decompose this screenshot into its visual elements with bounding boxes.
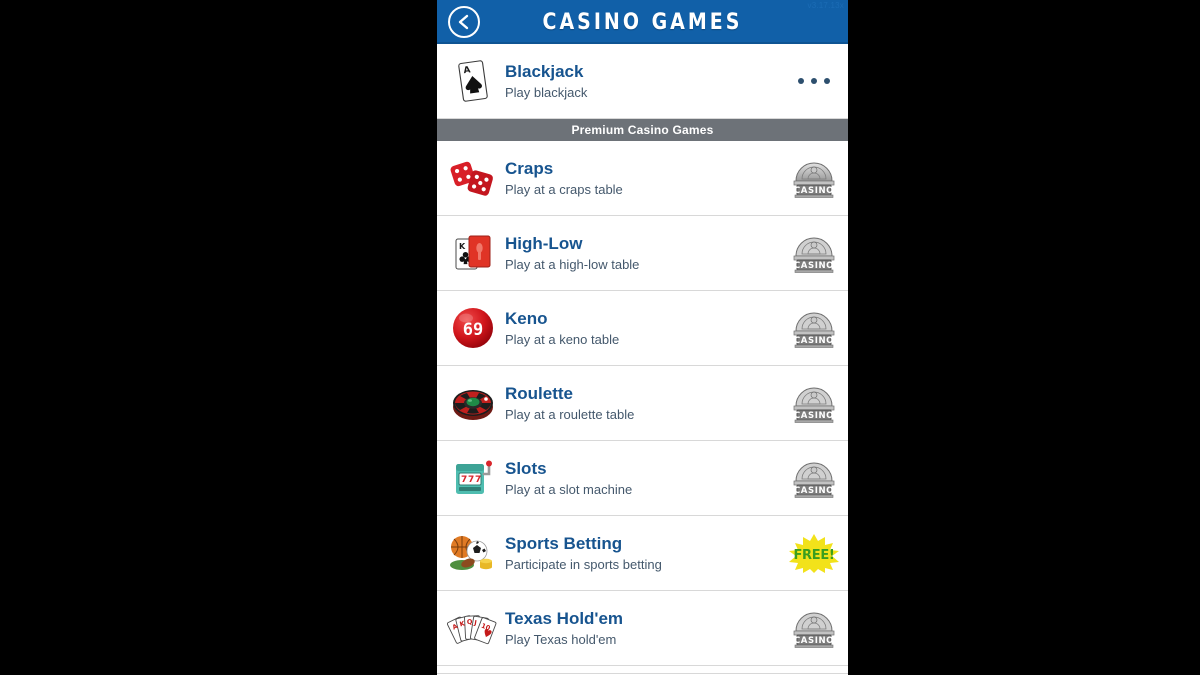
list-item-text: High-Low Play at a high-low table: [501, 233, 780, 274]
casino-badge-icon: CASINO: [788, 457, 840, 499]
svg-text:CASINO: CASINO: [794, 411, 834, 421]
version-label: v3.17.13x: [807, 1, 844, 10]
ace-of-spades-card-icon: A: [445, 53, 501, 109]
svg-text:A: A: [463, 65, 471, 76]
list-item-text: Blackjack Play blackjack: [501, 61, 780, 102]
slot-machine-icon: 7 7 7: [445, 450, 501, 506]
list-item-roulette[interactable]: Roulette Play at a roulette table CASINO: [437, 366, 848, 441]
casino-badge-icon: CASINO: [788, 382, 840, 424]
list-item-text: Sports Betting Participate in sports bet…: [501, 533, 780, 574]
list-item-text: Slots Play at a slot machine: [501, 458, 780, 499]
app-header: CASINO GAMES v3.17.13x: [437, 0, 848, 44]
list-item-subtitle: Play Texas hold'em: [505, 631, 617, 647]
svg-text:CASINO: CASINO: [794, 261, 834, 271]
list-item-subtitle: Play at a craps table: [505, 181, 623, 197]
list-item-subtitle: Play at a roulette table: [505, 406, 635, 422]
svg-text:Q: Q: [467, 618, 473, 626]
list-item-badge: CASINO: [780, 232, 848, 274]
list-item-title: Sports Betting: [505, 533, 623, 553]
overflow-menu-icon[interactable]: [798, 78, 830, 84]
list-item-texas-holdem[interactable]: A K Q J 10 Texas Hold'em Play Texas hold…: [437, 591, 848, 666]
svg-text:K: K: [459, 242, 466, 251]
list-item-high-low[interactable]: K High-Low Play at a high-low table CASI…: [437, 216, 848, 291]
list-item-subtitle: Play at a keno table: [505, 331, 620, 347]
list-item-next-partial[interactable]: [437, 666, 848, 674]
sports-balls-icon: [445, 525, 501, 581]
list-item-sports-betting[interactable]: Sports Betting Participate in sports bet…: [437, 516, 848, 591]
list-item-subtitle: Participate in sports betting: [505, 556, 662, 572]
list-item-title: Texas Hold'em: [505, 608, 624, 628]
chevron-left-icon: [457, 14, 471, 30]
list-item-badge: CASINO: [780, 457, 848, 499]
list-item-keno[interactable]: 69 Keno Play at a keno table CASINO: [437, 291, 848, 366]
list-item-title: Slots: [505, 458, 547, 478]
list-item-badge: CASINO: [780, 307, 848, 349]
list-item-blackjack[interactable]: A Blackjack Play blackjack: [437, 44, 848, 119]
svg-text:CASINO: CASINO: [794, 636, 834, 646]
list-item-badge: CASINO: [780, 157, 848, 199]
list-item-subtitle: Play at a slot machine: [505, 481, 633, 497]
list-item-title: Keno: [505, 308, 548, 328]
list-item-action: [780, 78, 848, 84]
list-item-text: Craps Play at a craps table: [501, 158, 780, 199]
svg-text:CASINO: CASINO: [794, 486, 834, 496]
dice-icon: [445, 150, 501, 206]
svg-text:7: 7: [475, 475, 481, 485]
svg-text:CASINO: CASINO: [794, 186, 834, 196]
back-button[interactable]: [448, 6, 480, 38]
list-item-craps[interactable]: Craps Play at a craps table CASINO: [437, 141, 848, 216]
svg-text:FREE!: FREE!: [793, 548, 834, 563]
list-item-text: Keno Play at a keno table: [501, 308, 780, 349]
list-item-slots[interactable]: 7 7 7 Slots Play at a slot machine CASIN…: [437, 441, 848, 516]
list-item-title: Blackjack: [505, 61, 584, 81]
casino-badge-icon: CASINO: [788, 607, 840, 649]
keno-ball-icon: 69: [445, 300, 501, 356]
svg-text:7: 7: [461, 475, 467, 485]
roulette-wheel-icon: [445, 375, 501, 431]
list-item-title: High-Low: [505, 233, 583, 253]
list-item-badge: CASINO: [780, 382, 848, 424]
casino-games-screen: CASINO GAMES v3.17.13x A Blackjack Play …: [437, 0, 848, 675]
free-badge-icon: FREE!: [787, 532, 841, 574]
list-item-badge: CASINO: [780, 607, 848, 649]
list-item-title: Craps: [505, 158, 554, 178]
king-of-clubs-card-icon: K: [445, 225, 501, 281]
list-item-subtitle: Play at a high-low table: [505, 256, 640, 272]
list-item-title: Roulette: [505, 383, 573, 403]
card-fan-icon: A K Q J 10: [445, 600, 501, 656]
svg-text:CASINO: CASINO: [794, 336, 834, 346]
casino-badge-icon: CASINO: [788, 157, 840, 199]
list-item-text: Roulette Play at a roulette table: [501, 383, 780, 424]
page-title: CASINO GAMES: [542, 9, 743, 35]
casino-badge-icon: CASINO: [788, 232, 840, 274]
section-header-premium: Premium Casino Games: [437, 119, 848, 141]
list-item-badge: FREE!: [780, 532, 848, 574]
keno-ball-number: 69: [463, 320, 483, 340]
list-item-subtitle: Play blackjack: [505, 84, 588, 100]
list-item-text: Texas Hold'em Play Texas hold'em: [501, 608, 780, 649]
casino-badge-icon: CASINO: [788, 307, 840, 349]
svg-text:7: 7: [468, 475, 474, 485]
